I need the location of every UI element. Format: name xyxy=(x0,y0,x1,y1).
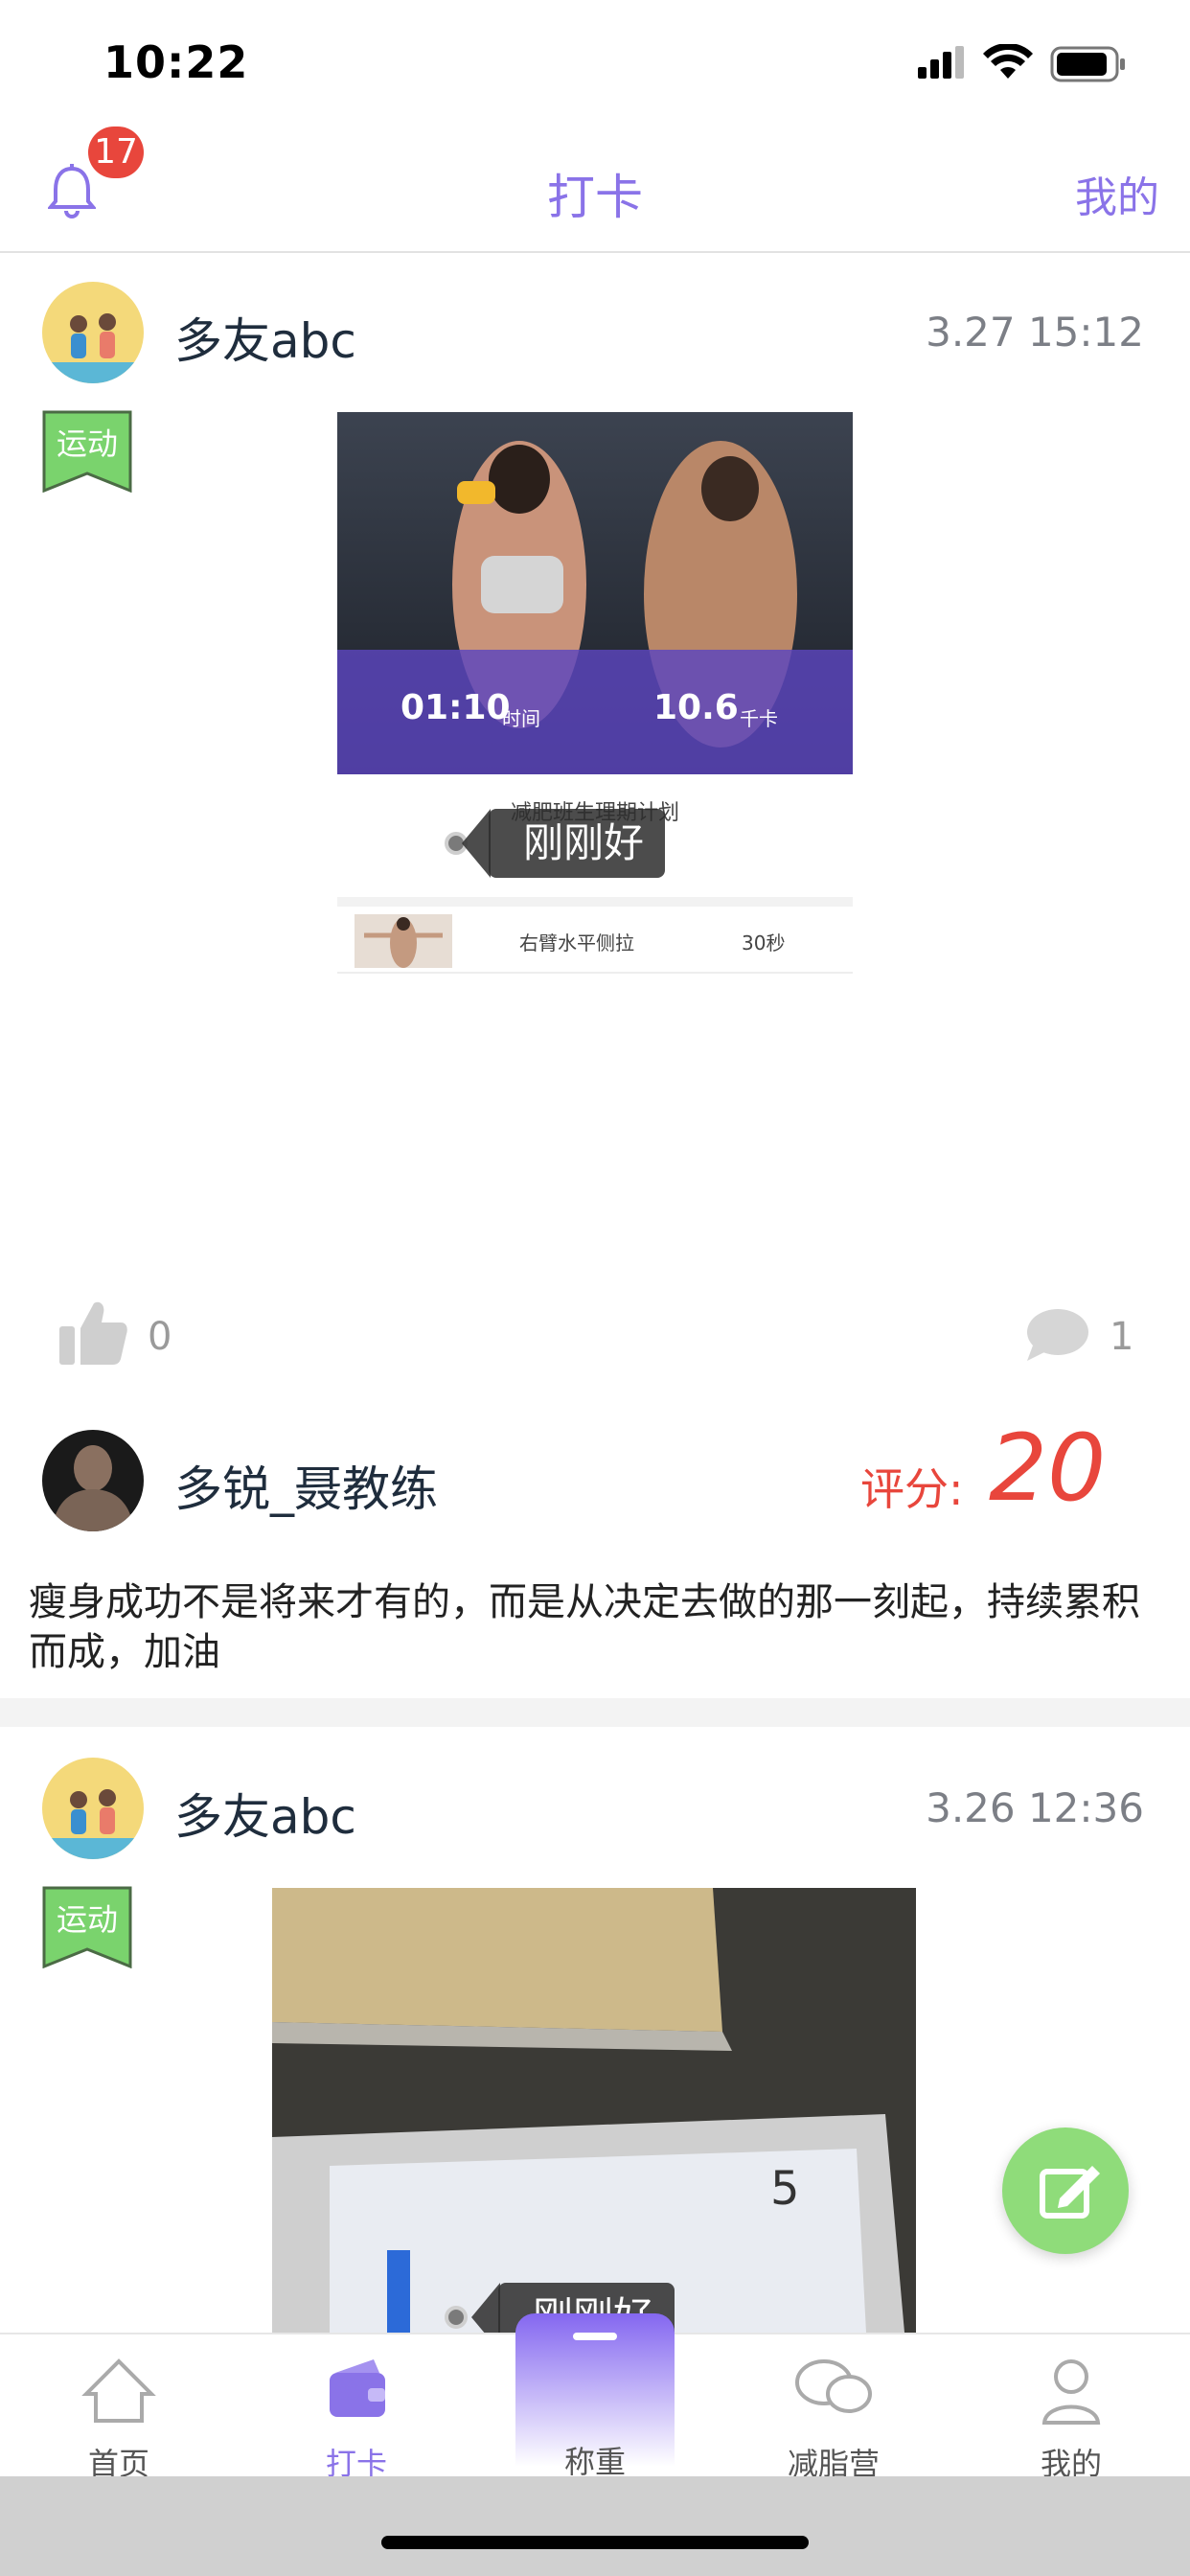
sticker-label: 刚刚好 xyxy=(461,809,666,878)
post-username[interactable]: 多友abc xyxy=(174,1779,356,1848)
wallet-icon xyxy=(330,2359,385,2417)
home-icon xyxy=(81,2358,156,2423)
exercise-row: 右臂水平侧拉 30秒 xyxy=(337,907,853,974)
like-icon[interactable] xyxy=(57,1298,128,1367)
coach-avatar[interactable] xyxy=(42,1430,144,1531)
exercise-thumbnail xyxy=(355,914,452,968)
post-username[interactable]: 多友abc xyxy=(174,303,356,372)
post-tag: 运动 xyxy=(42,410,132,494)
post-avatar[interactable] xyxy=(42,282,144,383)
post-time: 3.27 15:12 xyxy=(926,309,1144,356)
score-value: 20 xyxy=(989,1414,1107,1522)
post-separator xyxy=(0,1698,1190,1727)
header-my-link[interactable]: 我的 xyxy=(1075,163,1159,224)
user-icon xyxy=(1041,2359,1101,2425)
like-count: 0 xyxy=(148,1315,172,1359)
tab-home[interactable]: 首页 xyxy=(23,2334,215,2482)
header-divider xyxy=(0,251,1190,253)
comment-icon[interactable] xyxy=(1025,1307,1090,1363)
tab-weigh[interactable]: 称重 xyxy=(515,2313,675,2480)
exercise-duration: 30秒 xyxy=(742,932,786,954)
exercise-name: 右臂水平侧拉 xyxy=(519,932,634,954)
tab-camp[interactable]: 减脂营 xyxy=(738,2334,929,2482)
battery-icon xyxy=(1050,46,1127,82)
wifi-icon xyxy=(983,42,1033,80)
new-checkin-button[interactable] xyxy=(1002,2128,1129,2254)
plan-divider xyxy=(337,897,853,907)
svg-text:5: 5 xyxy=(770,2162,800,2216)
tab-mine[interactable]: 我的 xyxy=(975,2334,1167,2482)
sticker-label-text: 刚刚好 xyxy=(523,819,645,866)
post-tag: 运动 xyxy=(42,1886,132,1969)
edit-icon xyxy=(1040,2166,1100,2219)
post-tag-label: 运动 xyxy=(56,426,118,462)
home-indicator[interactable] xyxy=(381,2536,809,2549)
workout-kcal-unit: 千卡 xyxy=(740,707,778,730)
coach-comment: 瘦身成功不是将来才有的，而是从决定去做的那一刻起，持续累积而成，加油 xyxy=(29,1580,1140,1674)
status-time: 10:22 xyxy=(103,36,249,88)
sticker-anchor-dot xyxy=(445,2306,468,2329)
workout-kcal-value: 10.6 xyxy=(653,688,739,727)
score-label: 评分: xyxy=(860,1463,964,1515)
page-title: 打卡 xyxy=(547,170,643,225)
tab-checkin[interactable]: 打卡 xyxy=(261,2334,452,2482)
post-time: 3.26 12:36 xyxy=(926,1784,1144,1831)
post-image[interactable]: 01:10 时间 10.6 千卡 xyxy=(337,412,853,774)
chat-bubbles-icon xyxy=(795,2359,872,2413)
workout-time-value: 01:10 xyxy=(400,688,511,727)
post-image[interactable]: 5 xyxy=(272,1888,916,2333)
comment-count: 1 xyxy=(1110,1315,1134,1359)
coach-name[interactable]: 多锐_聂教练 xyxy=(174,1451,438,1520)
home-indicator-area xyxy=(0,2476,1190,2576)
scale-icon xyxy=(573,2333,617,2340)
signal-icon xyxy=(918,46,968,80)
workout-time-unit: 时间 xyxy=(502,707,540,730)
post-tag-label: 运动 xyxy=(56,1901,118,1938)
post-avatar[interactable] xyxy=(42,1758,144,1859)
